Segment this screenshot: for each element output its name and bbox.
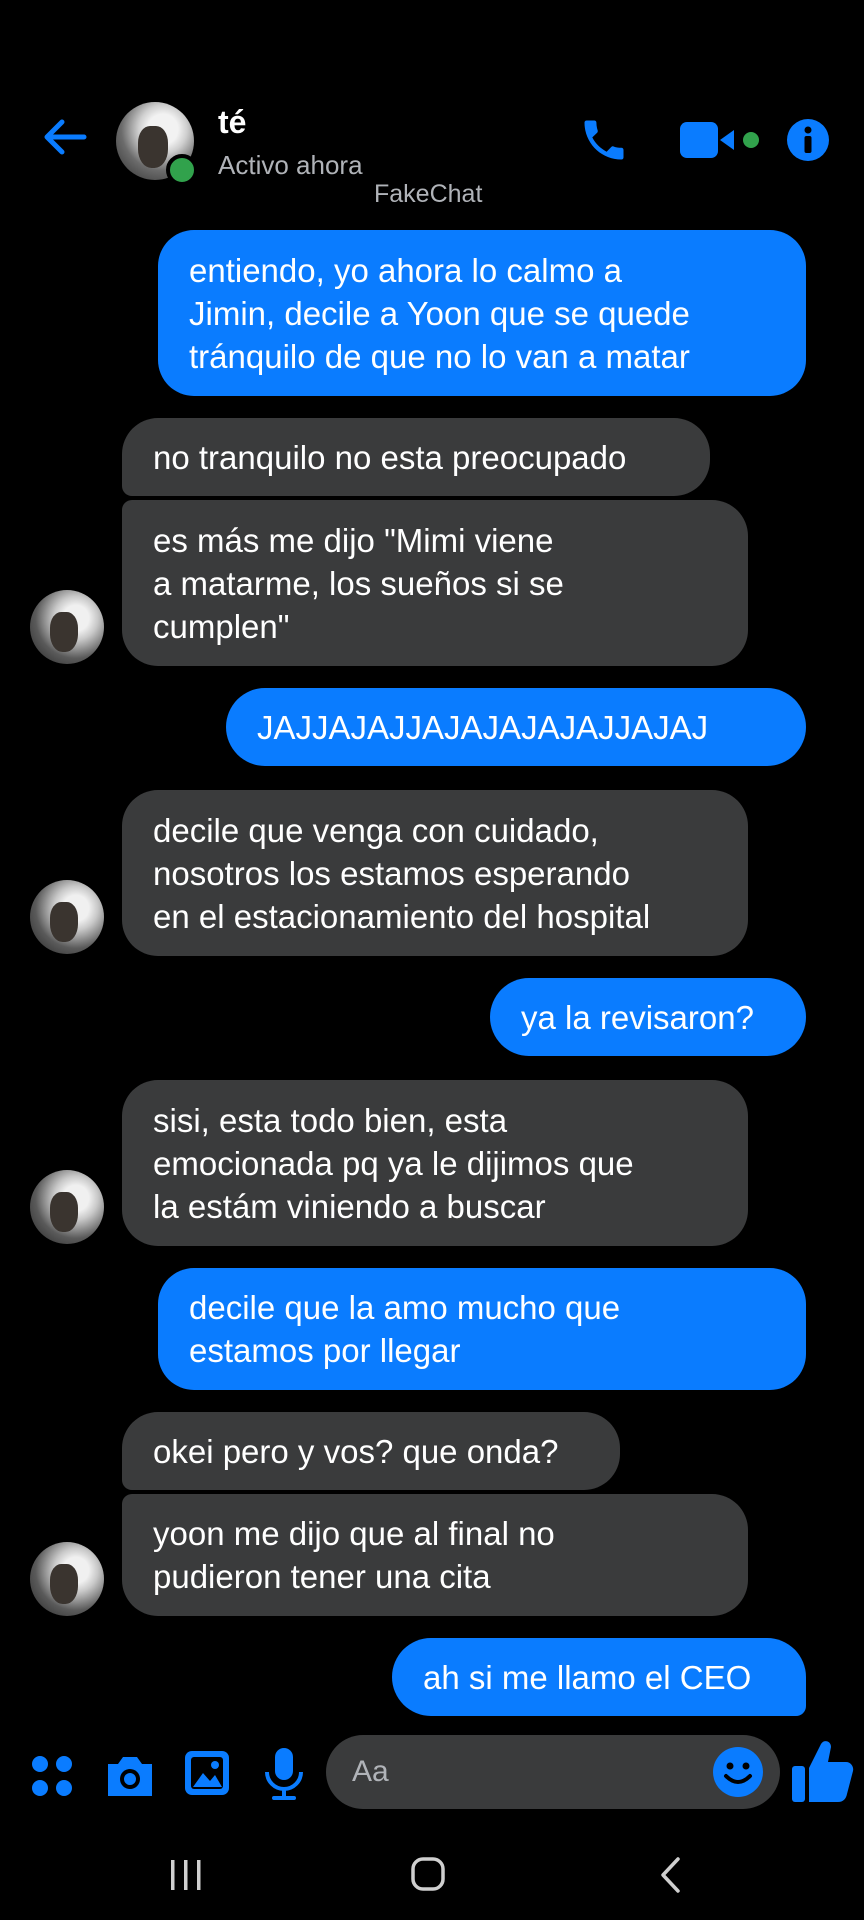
online-indicator xyxy=(166,154,198,186)
message-bubble-outgoing[interactable]: decile que la amo mucho que estamos por … xyxy=(158,1268,806,1390)
message-bubble-incoming[interactable]: okei pero y vos? que onda? xyxy=(122,1412,620,1490)
info-icon[interactable] xyxy=(786,118,830,162)
message-bubble-outgoing[interactable]: JAJJAJAJJAJAJAJAJAJJAJAJ xyxy=(226,688,806,766)
message-bubble-outgoing[interactable]: entiendo, yo ahora lo calmo a Jimin, dec… xyxy=(158,230,806,396)
contact-avatar-small[interactable] xyxy=(30,1170,104,1244)
video-call-icon[interactable] xyxy=(678,118,768,162)
gallery-icon[interactable] xyxy=(182,1748,232,1798)
active-status: Activo ahora xyxy=(218,150,363,180)
back-nav-icon[interactable] xyxy=(658,1856,684,1894)
message-bubble-outgoing[interactable]: ah si me llamo el CEO xyxy=(392,1638,806,1716)
message-list[interactable]: entiendo, yo ahora lo calmo a Jimin, dec… xyxy=(0,228,864,1720)
emoji-icon[interactable] xyxy=(712,1746,764,1798)
recent-apps-icon[interactable] xyxy=(168,1858,204,1892)
message-bubble-incoming[interactable]: yoon me dijo que al final no pudieron te… xyxy=(122,1494,748,1616)
system-navigation-bar xyxy=(0,1830,864,1920)
message-bubble-incoming[interactable]: decile que venga con cuidado, nosotros l… xyxy=(122,790,748,956)
contact-avatar-small[interactable] xyxy=(30,590,104,664)
phone-call-icon[interactable] xyxy=(578,114,630,166)
contact-name[interactable]: té xyxy=(218,104,246,141)
apps-icon[interactable] xyxy=(28,1752,76,1800)
back-arrow-icon[interactable] xyxy=(40,112,90,162)
contact-avatar-small[interactable] xyxy=(30,880,104,954)
watermark: FakeChat xyxy=(374,180,483,208)
home-icon[interactable] xyxy=(410,1856,446,1892)
camera-icon[interactable] xyxy=(104,1750,156,1800)
microphone-icon[interactable] xyxy=(262,1746,306,1802)
message-bubble-incoming[interactable]: no tranquilo no esta preocupado xyxy=(122,418,710,496)
thumbs-up-icon[interactable] xyxy=(790,1738,854,1804)
message-bubble-outgoing[interactable]: ya la revisaron? xyxy=(490,978,806,1056)
chat-header: té Activo ahora FakeChat xyxy=(0,0,864,230)
message-bubble-incoming[interactable]: sisi, esta todo bien, esta emocionada pq… xyxy=(122,1080,748,1246)
contact-avatar-small[interactable] xyxy=(30,1542,104,1616)
input-placeholder: Aa xyxy=(352,1755,389,1788)
message-bubble-incoming[interactable]: es más me dijo "Mimi viene a matarme, lo… xyxy=(122,500,748,666)
